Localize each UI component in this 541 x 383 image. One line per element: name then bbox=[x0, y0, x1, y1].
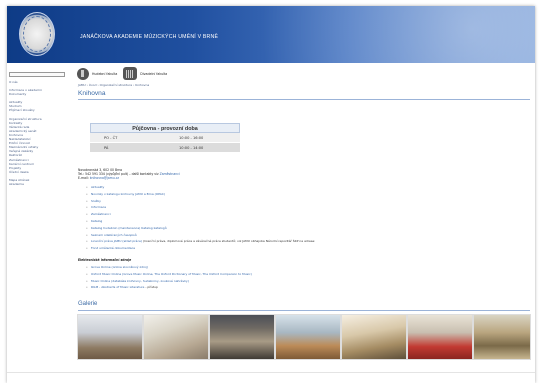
header-banner: JANÁČKOVA AKADEMIE MÚZICKÝCH UMĚNÍ V BRN… bbox=[7, 6, 535, 63]
list-link[interactable]: Informace bbox=[91, 205, 106, 209]
contact-address: Novobranská 3, 602 00 Brno Tel.: 542 591… bbox=[78, 168, 530, 180]
gallery-divider bbox=[78, 310, 530, 311]
list-item: RILM - Abstracts of Music Literature - p… bbox=[86, 284, 526, 291]
list-note: - přístup bbox=[145, 285, 158, 290]
gallery-photo[interactable] bbox=[407, 314, 473, 360]
list-item: Služby bbox=[86, 198, 526, 205]
list-item: Novinky v katalogu knihovny JAMU a Brna … bbox=[86, 191, 526, 198]
sidebar-search-input[interactable] bbox=[9, 72, 65, 77]
faculty-nav: Hudební fakulta Divadelní fakulta bbox=[77, 66, 167, 81]
list-link[interactable]: Aktuality bbox=[91, 185, 104, 189]
list-item: Fond umělecké dokumentace bbox=[86, 245, 526, 252]
list-link[interactable]: Seznam odebíraných časopisů bbox=[91, 233, 137, 237]
hours-day: PÁ bbox=[104, 146, 109, 150]
sidebar-menu: O nás Informace o akademii Dokumenty Aktual… bbox=[9, 80, 65, 186]
table-row: PO - ČT 10:00 - 16:00 bbox=[90, 133, 240, 143]
sidebar-item[interactable]: Přijímací zkoušky bbox=[9, 108, 65, 112]
staff-link[interactable]: Zaměstnanci bbox=[160, 172, 180, 176]
faculty-link-theatre[interactable]: Divadelní fakulta bbox=[123, 67, 167, 80]
sidebar-item[interactable]: Akademie bbox=[9, 182, 65, 186]
list-link[interactable]: Music Online (databáze knihovny, hudebni… bbox=[91, 279, 189, 283]
gallery-photo[interactable] bbox=[473, 314, 531, 360]
page-title: Knihovna bbox=[78, 90, 106, 97]
opening-hours-title: Půjčovna - provozní doba bbox=[90, 123, 240, 133]
list-note: (licenční práva, diplomové práce a závěr… bbox=[143, 239, 316, 244]
list-item: Music Online (databáze knihovny, hudebni… bbox=[86, 278, 526, 285]
gallery-photo[interactable] bbox=[77, 314, 143, 360]
list-item: Licenční práva JAMU (sklad práce) (licen… bbox=[86, 238, 526, 245]
list-link[interactable]: Katalog bbox=[91, 219, 102, 223]
faculty-link-label: Hudební fakulta bbox=[92, 71, 118, 76]
browser-page: JANÁČKOVA AKADEMIE MÚZICKÝCH UMĚNÍ V BRN… bbox=[7, 6, 535, 383]
list-link[interactable]: RILM - Abstracts of Music Literature bbox=[91, 285, 144, 289]
list-link[interactable]: Zaměstnanci bbox=[91, 212, 111, 216]
sidebar-item[interactable]: O nás bbox=[9, 80, 65, 84]
academy-logo[interactable] bbox=[19, 12, 55, 56]
list-item: Zaměstnanci bbox=[86, 211, 526, 218]
footer-divider bbox=[7, 372, 535, 373]
site-title[interactable]: JANÁČKOVA AKADEMIE MÚZICKÝCH UMĚNÍ V BRN… bbox=[80, 34, 218, 40]
email-label: E-mail: bbox=[78, 176, 89, 180]
eresources-heading: Elektronické informační zdroje bbox=[78, 258, 132, 262]
logo-ring bbox=[23, 16, 51, 52]
table-row: PÁ 10:00 - 14:00 bbox=[90, 143, 240, 153]
list-link[interactable]: Oxford Music Online (Grove Music Online,… bbox=[91, 272, 252, 276]
heading-divider bbox=[78, 99, 530, 100]
eresources-links-list: Grove Online (online slovníkový zdroj) Ox… bbox=[86, 264, 526, 291]
hours-time: 10:00 - 14:00 bbox=[179, 146, 204, 150]
sidebar-item[interactable]: Dokumenty bbox=[9, 92, 65, 96]
gallery-photo[interactable] bbox=[275, 314, 341, 360]
list-item: Katalog bbox=[86, 218, 526, 225]
gallery-photo[interactable] bbox=[209, 314, 275, 360]
list-link[interactable]: Licenční práva JAMU (sklad práce) bbox=[91, 239, 142, 243]
music-faculty-icon bbox=[77, 67, 89, 80]
faculty-link-music[interactable]: Hudební fakulta bbox=[77, 67, 118, 80]
list-item: Katalog hudebnin (maintenance) Katalog k… bbox=[86, 225, 526, 232]
list-link[interactable]: Katalog hudebnin (maintenance) Katalog k… bbox=[91, 226, 167, 230]
opening-hours-table: Půjčovna - provozní doba PO - ČT 10:00 -… bbox=[90, 123, 240, 153]
gallery-title: Galerie bbox=[78, 301, 98, 307]
list-item: Seznam odebíraných časopisů bbox=[86, 232, 526, 239]
list-link[interactable]: Fond umělecké dokumentace bbox=[91, 246, 135, 250]
hours-day: PO - ČT bbox=[104, 136, 118, 140]
sidebar-item[interactable]: Úřední deska bbox=[9, 170, 65, 174]
gallery-photo[interactable] bbox=[341, 314, 407, 360]
list-item: Oxford Music Online (Grove Music Online,… bbox=[86, 271, 526, 278]
sidebar: O nás Informace o akademii Dokumenty Aktual… bbox=[7, 71, 67, 383]
list-link[interactable]: Novinky v katalogu knihovny JAMU a Brna … bbox=[91, 192, 165, 196]
hours-time: 10:00 - 16:00 bbox=[179, 136, 204, 140]
faculty-link-label: Divadelní fakulta bbox=[140, 71, 168, 76]
library-links-list: Aktuality Novinky v katalogu knihovny JAM… bbox=[86, 184, 526, 252]
photo-gallery bbox=[77, 314, 531, 360]
breadcrumb[interactable]: JAMU › Úvod › Organizační struktura › Kn… bbox=[78, 83, 530, 87]
list-item: Aktuality bbox=[86, 184, 526, 191]
email-link[interactable]: knihovna@jamu.cz bbox=[90, 176, 119, 180]
list-link[interactable]: Služby bbox=[91, 199, 101, 203]
email-line: E-mail: knihovna@jamu.cz bbox=[78, 176, 530, 180]
list-item: Grove Online (online slovníkový zdroj) bbox=[86, 264, 526, 271]
main-content: JAMU › Úvod › Organizační struktura › Kn… bbox=[77, 83, 531, 360]
list-item: Informace bbox=[86, 204, 526, 211]
theatre-faculty-icon bbox=[123, 67, 138, 80]
list-link[interactable]: Grove Online (online slovníkový zdroj) bbox=[91, 265, 148, 269]
gallery-photo[interactable] bbox=[143, 314, 209, 360]
